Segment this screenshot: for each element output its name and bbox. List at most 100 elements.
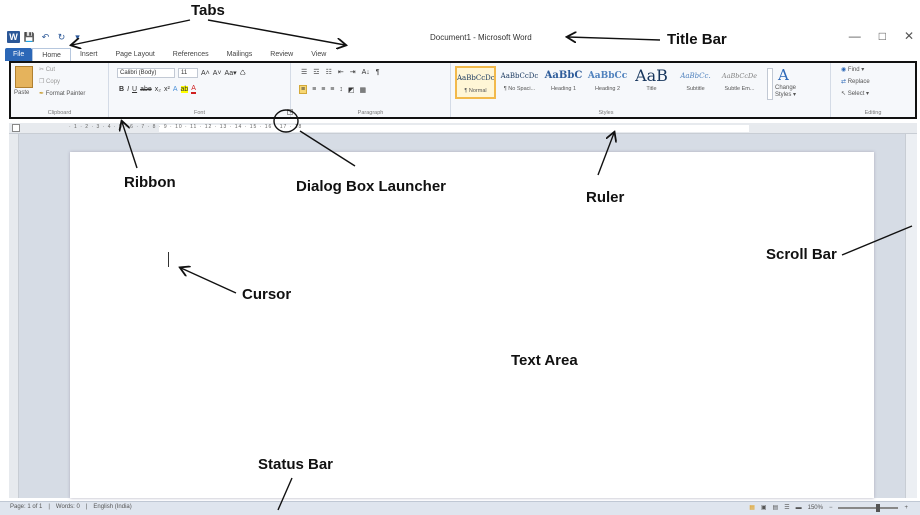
underline-button[interactable]: U: [132, 86, 137, 93]
window-controls: — □ ✕: [849, 29, 914, 43]
minimize-button[interactable]: —: [849, 29, 861, 43]
zoom-in-button[interactable]: +: [904, 505, 908, 511]
document-page[interactable]: [70, 152, 874, 498]
superscript-button[interactable]: x²: [164, 86, 170, 93]
select-icon: ↖: [841, 91, 848, 97]
bullets-button[interactable]: ☰: [301, 68, 307, 76]
tab-home[interactable]: Home: [32, 48, 71, 61]
subscript-button[interactable]: x₂: [155, 86, 161, 93]
label-status-bar: Status Bar: [258, 456, 334, 473]
style-no-spacing[interactable]: AaBbCcDc ¶ No Spaci...: [499, 66, 540, 99]
web-layout-icon[interactable]: ▤: [773, 504, 779, 511]
quick-access-toolbar: W 💾 ↶ ↻ ▾: [7, 31, 84, 43]
binoculars-icon: ◉: [841, 67, 848, 73]
bold-button[interactable]: B: [119, 86, 124, 93]
style-subtitle[interactable]: AaBbCc. Subtitle: [675, 66, 716, 99]
clear-formatting-button[interactable]: ♺: [240, 69, 246, 77]
close-button[interactable]: ✕: [904, 29, 914, 43]
italic-button[interactable]: I: [127, 86, 129, 93]
shrink-font-button[interactable]: A˅: [213, 70, 222, 77]
borders-button[interactable]: ▦: [360, 86, 367, 94]
style-normal[interactable]: AaBbCcDc ¶ Normal: [455, 66, 496, 99]
page-count[interactable]: Page: 1 of 1: [10, 504, 42, 510]
paste-icon[interactable]: [15, 66, 33, 88]
save-icon[interactable]: 💾: [23, 31, 36, 43]
text-cursor: [168, 252, 169, 267]
text-effects-button[interactable]: A: [173, 86, 178, 93]
label-text-area: Text Area: [511, 352, 578, 369]
justify-button[interactable]: ≡: [330, 86, 334, 93]
paragraph-group: ☰ ☲ ☷ ⇤ ⇥ A↓ ¶ ≡ ≡ ≡ ≡ ↕ ◩ ▦ Paragraph: [291, 63, 451, 117]
tab-insert[interactable]: Insert: [71, 48, 107, 61]
align-left-button[interactable]: ≡: [299, 85, 308, 94]
tab-references[interactable]: References: [164, 48, 218, 61]
decrease-indent-button[interactable]: ⇤: [338, 68, 344, 76]
change-styles-button[interactable]: Change Styles ▾: [775, 85, 799, 99]
zoom-out-button[interactable]: −: [829, 505, 833, 511]
zoom-slider[interactable]: [838, 503, 899, 512]
editing-group: ◉ Find ▾ ⇄ Replace ↖ Select ▾ Editing: [831, 63, 915, 117]
find-button[interactable]: ◉ Find ▾: [841, 66, 864, 73]
scissors-icon: ✂: [39, 67, 46, 73]
outline-icon[interactable]: ☰: [784, 504, 789, 511]
shading-button[interactable]: ◩: [348, 86, 355, 94]
replace-button[interactable]: ⇄ Replace: [841, 78, 870, 85]
select-button[interactable]: ↖ Select ▾: [841, 90, 869, 97]
grow-font-button[interactable]: A˄: [201, 70, 210, 77]
zoom-level[interactable]: 150%: [808, 505, 823, 511]
full-screen-icon[interactable]: ▣: [761, 504, 767, 511]
font-color-button[interactable]: A: [191, 85, 196, 94]
status-bar: Page: 1 of 1 | Words: 0 | English (India…: [0, 501, 920, 515]
sort-button[interactable]: A↓: [362, 69, 370, 76]
strikethrough-button[interactable]: abe: [140, 86, 152, 93]
tab-mailings[interactable]: Mailings: [218, 48, 262, 61]
style-heading-2[interactable]: AaBbCc Heading 2: [587, 66, 628, 99]
word-count[interactable]: Words: 0: [56, 504, 80, 510]
dialog-box-launcher-icon[interactable]: ↘: [287, 109, 293, 115]
tab-review[interactable]: Review: [261, 48, 302, 61]
print-layout-icon[interactable]: ▦: [749, 504, 755, 511]
change-case-button[interactable]: Aa▾: [225, 69, 237, 77]
label-ribbon: Ribbon: [124, 174, 176, 191]
cut-button[interactable]: ✂ Cut: [39, 66, 55, 73]
ruler[interactable]: · 1 · 2 · 3 · 4 · 5 · 6 · 7 · 8 · 9 · 10…: [9, 123, 917, 134]
tab-file[interactable]: File: [5, 48, 33, 61]
change-styles-icon[interactable]: A: [778, 66, 789, 84]
center-button[interactable]: ≡: [312, 86, 316, 93]
replace-icon: ⇄: [841, 79, 848, 85]
label-tabs: Tabs: [191, 2, 225, 19]
format-painter-button[interactable]: ✒ Format Painter: [39, 90, 85, 97]
word-icon[interactable]: W: [7, 31, 20, 43]
vertical-scrollbar[interactable]: [905, 134, 917, 498]
tab-page-layout[interactable]: Page Layout: [106, 48, 163, 61]
show-marks-button[interactable]: ¶: [376, 69, 380, 76]
multilevel-list-button[interactable]: ☷: [326, 68, 332, 76]
styles-scroll[interactable]: [767, 68, 773, 100]
font-name-select[interactable]: Calibri (Body): [117, 68, 175, 78]
style-subtle-emphasis[interactable]: AaBbCcDe Subtle Em...: [719, 66, 760, 99]
redo-icon[interactable]: ↻: [55, 31, 68, 43]
tab-selector[interactable]: [12, 124, 20, 132]
ribbon: Paste ✂ Cut ❐ Copy ✒ Format Painter Clip…: [9, 61, 917, 119]
draft-icon[interactable]: ▬: [796, 505, 802, 511]
undo-icon[interactable]: ↶: [39, 31, 52, 43]
vertical-ruler[interactable]: [9, 134, 19, 498]
line-spacing-button[interactable]: ↕: [339, 86, 343, 93]
increase-indent-button[interactable]: ⇥: [350, 68, 356, 76]
align-right-button[interactable]: ≡: [321, 86, 325, 93]
customize-icon[interactable]: ▾: [71, 31, 84, 43]
copy-button[interactable]: ❐ Copy: [39, 78, 60, 85]
highlight-button[interactable]: ab: [180, 86, 189, 93]
restore-button[interactable]: □: [879, 29, 886, 43]
style-title[interactable]: AaB Title: [631, 66, 672, 99]
style-heading-1[interactable]: AaBbC Heading 1: [543, 66, 584, 99]
numbering-button[interactable]: ☲: [313, 68, 319, 76]
tab-view[interactable]: View: [302, 48, 335, 61]
clipboard-group: Paste ✂ Cut ❐ Copy ✒ Format Painter Clip…: [11, 63, 109, 117]
ribbon-tabs: File Home Insert Page Layout References …: [5, 47, 335, 61]
language-indicator[interactable]: English (India): [93, 504, 131, 510]
font-size-select[interactable]: 11: [178, 68, 198, 78]
font-group: Calibri (Body) 11 A˄ A˅ Aa▾ ♺ B I U abe …: [109, 63, 291, 117]
window-title: Document1 - Microsoft Word: [430, 33, 532, 42]
paste-button[interactable]: Paste: [14, 90, 29, 96]
